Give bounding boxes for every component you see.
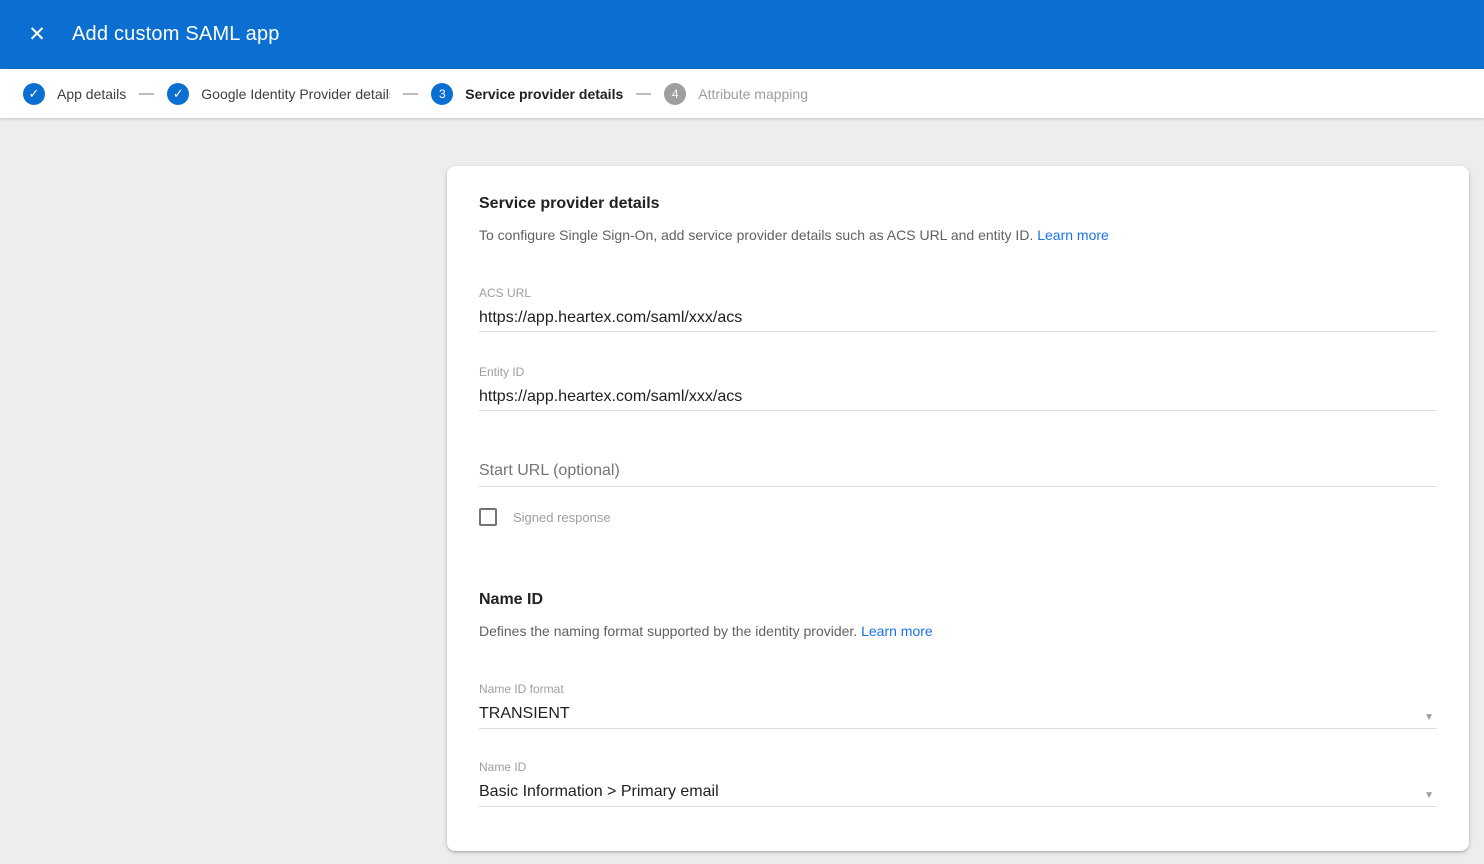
signed-response-label: Signed response <box>513 510 611 525</box>
step-number-circle: 3 <box>431 83 453 105</box>
step-app-details[interactable]: ✓ App details <box>23 83 126 105</box>
signed-response-row[interactable]: Signed response <box>479 508 1437 526</box>
name-id-select[interactable]: Basic Information > Primary email ▼ <box>479 773 1437 807</box>
step-attribute-mapping[interactable]: 4 Attribute mapping <box>664 83 808 105</box>
acs-url-field-group: ACS URL <box>479 287 1437 332</box>
service-provider-details-card: Service provider details To configure Si… <box>447 166 1469 851</box>
start-url-field-group <box>479 461 1437 487</box>
step-google-idp-details[interactable]: ✓ Google Identity Provider details <box>167 83 390 105</box>
learn-more-link[interactable]: Learn more <box>861 623 933 639</box>
check-icon: ✓ <box>29 86 40 102</box>
learn-more-link[interactable]: Learn more <box>1037 227 1109 243</box>
chevron-down-icon: ▼ <box>1424 786 1434 806</box>
close-icon[interactable]: ✕ <box>17 15 57 55</box>
step-connector <box>403 93 418 95</box>
step-label: Service provider details <box>465 86 623 102</box>
entity-id-field-group: Entity ID <box>479 366 1437 411</box>
name-id-format-value: TRANSIENT <box>479 705 570 722</box>
section-description: To configure Single Sign-On, add service… <box>479 227 1437 244</box>
step-label: Google Identity Provider details <box>201 86 390 102</box>
section-description: Defines the naming format supported by t… <box>479 623 1437 640</box>
name-id-value: Basic Information > Primary email <box>479 783 719 800</box>
description-text: Defines the naming format supported by t… <box>479 623 857 639</box>
name-id-format-label: Name ID format <box>479 683 1437 695</box>
description-text: To configure Single Sign-On, add service… <box>479 227 1033 243</box>
chevron-down-icon: ▼ <box>1424 708 1434 728</box>
step-number-circle: 4 <box>664 83 686 105</box>
start-url-input[interactable] <box>479 461 1437 487</box>
step-connector <box>636 93 651 95</box>
entity-id-input[interactable] <box>479 378 1437 411</box>
section-heading-service-provider: Service provider details <box>479 194 1437 214</box>
section-heading-name-id: Name ID <box>479 590 1437 610</box>
name-id-field-group: Name ID Basic Information > Primary emai… <box>479 761 1437 807</box>
acs-url-input[interactable] <box>479 299 1437 332</box>
signed-response-checkbox[interactable] <box>479 508 497 526</box>
acs-url-label: ACS URL <box>479 287 1437 299</box>
name-id-format-select[interactable]: TRANSIENT ▼ <box>479 695 1437 729</box>
step-label: App details <box>57 86 126 102</box>
step-label: Attribute mapping <box>698 86 808 102</box>
step-complete-circle: ✓ <box>167 83 189 105</box>
name-id-label: Name ID <box>479 761 1437 773</box>
check-icon: ✓ <box>173 86 184 102</box>
name-id-format-field-group: Name ID format TRANSIENT ▼ <box>479 683 1437 729</box>
stepper: ✓ App details ✓ Google Identity Provider… <box>0 69 1484 118</box>
step-service-provider-details[interactable]: 3 Service provider details <box>431 83 623 105</box>
step-connector <box>139 93 154 95</box>
dialog-title: Add custom SAML app <box>72 23 280 46</box>
dialog-header: ✕ Add custom SAML app <box>0 0 1484 69</box>
step-complete-circle: ✓ <box>23 83 45 105</box>
entity-id-label: Entity ID <box>479 366 1437 378</box>
